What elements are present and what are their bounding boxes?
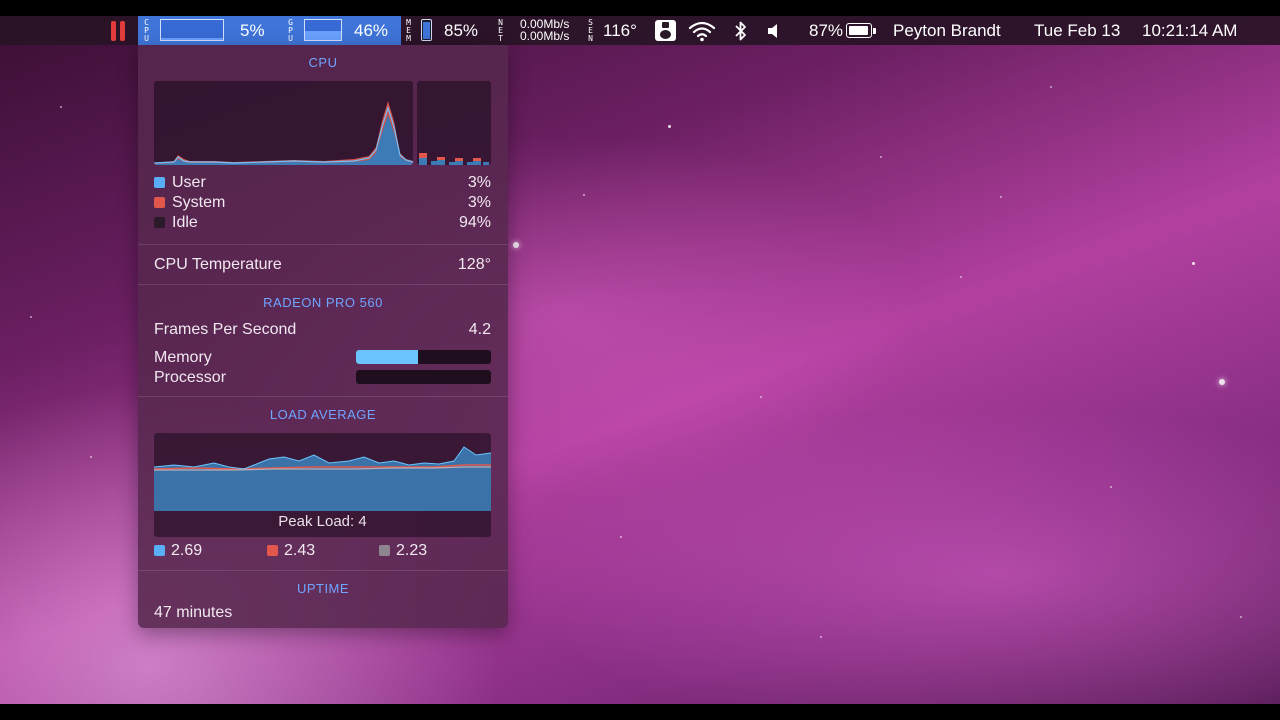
- gpu-processor-label: Processor: [154, 369, 227, 386]
- cpu-temperature-label: CPU Temperature: [154, 256, 282, 273]
- system-swatch: [154, 197, 165, 208]
- battery-percent[interactable]: 87%: [809, 21, 843, 41]
- pause-icon[interactable]: [108, 16, 128, 45]
- gpu-vertical-label: GPU: [286, 18, 295, 42]
- volume-icon[interactable]: [766, 22, 782, 40]
- wifi-icon[interactable]: [688, 20, 716, 42]
- load-average-graph: Peak Load: 4: [154, 433, 491, 537]
- cpu-vertical-label: CPU: [142, 18, 151, 42]
- gpu-memory-bar: [356, 350, 491, 364]
- cpu-system-value: 3%: [467, 194, 491, 211]
- uptime-section-title: UPTIME: [296, 581, 350, 596]
- star: [30, 316, 32, 318]
- gpu-menu-item[interactable]: GPU 46%: [284, 16, 400, 45]
- star: [668, 125, 671, 128]
- load-5min-value: 2.43: [284, 542, 316, 559]
- star: [820, 636, 822, 638]
- memory-menu-item[interactable]: MEM 85%: [404, 16, 484, 45]
- cpu-history-graph: [154, 81, 413, 165]
- load-average-section-title: LOAD AVERAGE: [269, 407, 377, 422]
- gpu-processor-bar: [356, 370, 491, 384]
- star: [1219, 379, 1225, 385]
- network-download-rate: 0.00Mb/s: [520, 29, 570, 43]
- divider: [138, 284, 508, 285]
- screen-bottom-border: [0, 704, 1280, 720]
- gpu-section-title: RADEON PRO 560: [263, 295, 383, 310]
- time-display[interactable]: 10:21:14 AM: [1142, 21, 1237, 41]
- divider: [138, 570, 508, 571]
- load-15min-value: 2.23: [396, 542, 428, 559]
- gpu-memory-bar-fill: [356, 350, 419, 364]
- cpu-mini-graph: [160, 19, 224, 41]
- star: [960, 276, 962, 278]
- battery-icon[interactable]: [846, 23, 878, 39]
- bluetooth-icon[interactable]: [733, 20, 749, 42]
- user-swatch: [154, 177, 165, 188]
- sensors-menu-item[interactable]: SEN 116°: [584, 16, 646, 45]
- user-name-menu[interactable]: Peyton Brandt: [893, 21, 1001, 41]
- star: [1110, 486, 1112, 488]
- memory-gauge-icon: [421, 19, 432, 41]
- load-5min-swatch: [267, 545, 278, 556]
- load-1min-swatch: [154, 545, 165, 556]
- star: [1240, 616, 1242, 618]
- divider: [138, 396, 508, 397]
- cpu-section-title: CPU: [308, 55, 338, 70]
- system-monitor-dropdown: CPU User 3% System 3% Idle 94% CPU Tempe…: [138, 45, 508, 628]
- peak-load-label: Peak Load: 4: [278, 513, 367, 530]
- net-vertical-label: NET: [496, 18, 505, 42]
- date-display[interactable]: Tue Feb 13: [1034, 21, 1120, 41]
- load-1min-value: 2.69: [171, 542, 203, 559]
- star: [1000, 196, 1002, 198]
- disk-icon[interactable]: [655, 20, 676, 41]
- cpu-core-bars: [417, 81, 491, 165]
- mem-vertical-label: MEM: [404, 18, 413, 42]
- memory-percent: 85%: [444, 21, 479, 40]
- cpu-idle-label: Idle: [172, 214, 198, 231]
- cpu-menu-item[interactable]: CPU 5%: [140, 16, 272, 45]
- star: [1050, 86, 1052, 88]
- cpu-idle-value: 94%: [458, 214, 491, 231]
- star: [880, 156, 882, 158]
- sensor-vertical-label: SEN: [586, 18, 595, 42]
- star: [760, 396, 762, 398]
- cpu-user-label: User: [172, 174, 206, 191]
- fps-value: 4.2: [468, 321, 491, 338]
- cpu-temperature-value: 128°: [457, 256, 491, 273]
- star: [513, 242, 519, 248]
- fps-label: Frames Per Second: [154, 321, 297, 338]
- cpu-user-value: 3%: [467, 174, 491, 191]
- cpu-percent: 5%: [240, 21, 265, 40]
- star: [1192, 262, 1195, 265]
- star: [60, 106, 62, 108]
- network-menu-item[interactable]: NET 0.00Mb/s 0.00Mb/s: [494, 16, 580, 45]
- gpu-memory-label: Memory: [154, 349, 212, 366]
- load-15min-swatch: [379, 545, 390, 556]
- uptime-value: 47 minutes: [154, 604, 233, 621]
- divider: [138, 244, 508, 245]
- gpu-mini-graph: [304, 19, 342, 41]
- idle-swatch: [154, 217, 165, 228]
- sensor-temperature: 116°: [603, 21, 637, 40]
- cpu-system-label: System: [172, 194, 226, 211]
- star: [583, 194, 585, 196]
- star: [90, 456, 92, 458]
- star: [620, 536, 622, 538]
- menu-bar: CPU 5% GPU 46% MEM 85% NET 0.00Mb/s 0.00…: [0, 16, 1280, 45]
- gpu-percent: 46%: [354, 21, 389, 40]
